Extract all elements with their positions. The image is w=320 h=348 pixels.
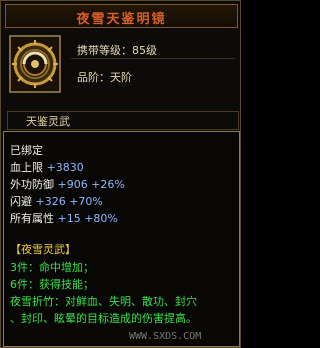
carry-level-value: 85级 xyxy=(132,44,157,57)
stat-all-attributes-label: 所有属性 xyxy=(10,212,54,225)
stat-dodge-pct: +70% xyxy=(69,195,103,208)
mirror-item-icon xyxy=(9,35,61,93)
stat-external-defense-label: 外功防御 xyxy=(10,178,54,191)
set-name: 【夜雪灵武】 xyxy=(10,243,76,256)
set-bonus-6: 6件：获得技能； xyxy=(10,278,94,291)
grade-line: 品阶：天阶 xyxy=(77,69,132,85)
item-title: 夜雪天鉴明镜 xyxy=(76,12,167,27)
stat-hp: 血上限 +3830 xyxy=(10,159,84,175)
header-divider xyxy=(71,58,235,59)
stat-all-attributes-value: +15 xyxy=(57,212,81,225)
site-watermark: WWW.SXDS.COM xyxy=(129,331,202,342)
carry-level-label: 携带等级： xyxy=(77,44,132,57)
stat-dodge-value: +326 xyxy=(35,195,66,208)
grade-value: 天阶 xyxy=(110,71,132,84)
set-skill-line-1: 夜雪折竹：对鲜血、失明、散功、封穴 xyxy=(10,295,197,308)
stat-all-attributes-pct: +80% xyxy=(84,212,118,225)
bound-status: 已绑定 xyxy=(10,144,43,157)
stat-external-defense: 外功防御 +906 +26% xyxy=(10,176,125,192)
stat-external-defense-value: +906 xyxy=(57,178,88,191)
stat-dodge: 闪避 +326 +70% xyxy=(10,193,103,209)
title-bar: 夜雪天鉴明镜 xyxy=(5,4,238,28)
carry-level-line: 携带等级：85级 xyxy=(77,42,157,58)
set-skill-line-2: 、封印、眩晕的目标造成的伤害提高。 xyxy=(10,312,197,325)
stat-hp-value: +3830 xyxy=(46,161,84,174)
stat-hp-label: 血上限 xyxy=(10,161,43,174)
item-tooltip-panel: 夜雪天鉴明镜 携带等级：85级 品阶：天阶 天鉴灵武 已绑定 血上限 +3830… xyxy=(0,0,241,348)
stat-dodge-label: 闪避 xyxy=(10,195,32,208)
set-bonus-3: 3件：命中增加； xyxy=(10,261,94,274)
item-name: 天鉴灵武 xyxy=(26,115,70,128)
item-name-box: 天鉴灵武 xyxy=(7,111,239,130)
grade-label: 品阶： xyxy=(77,71,110,84)
stats-box: 已绑定 血上限 +3830 外功防御 +906 +26% 闪避 +326 +70… xyxy=(3,131,240,347)
stat-external-defense-pct: +26% xyxy=(91,178,125,191)
stat-all-attributes: 所有属性 +15 +80% xyxy=(10,210,118,226)
